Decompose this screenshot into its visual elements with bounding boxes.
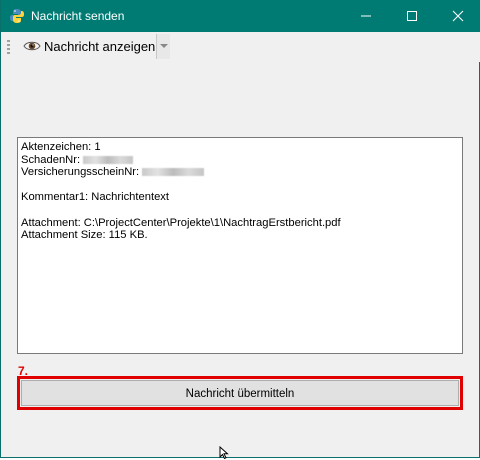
maximize-button[interactable]	[389, 0, 435, 32]
minimize-button[interactable]	[343, 0, 389, 32]
case-number-line: Aktenzeichen: 1	[21, 141, 101, 153]
maximize-icon	[407, 11, 417, 21]
attachment-path-line: Attachment: C:\ProjectCenter\Projekte\1\…	[21, 216, 341, 229]
show-message-label: Nachricht anzeigen	[44, 39, 156, 54]
close-button[interactable]	[435, 0, 480, 32]
show-message-button[interactable]: Nachricht anzeigen	[15, 34, 157, 59]
main-window: Nachricht senden Nachricht anzeigen Akte…	[0, 0, 480, 460]
comment-line: Kommentar1: Nachrichtentext	[21, 191, 169, 204]
send-message-button[interactable]: Nachricht übermitteln	[21, 380, 459, 406]
eye-icon	[23, 41, 41, 51]
policy-number-label: VersicherungsscheinNr:	[21, 166, 143, 179]
chevron-down-icon	[160, 44, 168, 48]
window-title: Nachricht senden	[31, 9, 125, 23]
message-preview[interactable]: Aktenzeichen: 1 SchadenNr: Versicherungs…	[17, 137, 463, 354]
show-message-dropdown[interactable]	[156, 34, 170, 59]
close-icon	[452, 10, 464, 22]
claim-number-label: SchadenNr:	[21, 153, 84, 166]
python-icon	[10, 9, 24, 23]
toolbar-grip[interactable]	[7, 40, 10, 54]
title-bar[interactable]: Nachricht senden	[1, 0, 480, 32]
attachment-size-line: Attachment Size: 115 KB.	[21, 229, 148, 242]
toolbar: Nachricht anzeigen	[1, 32, 480, 62]
redacted-policy-number	[142, 168, 205, 177]
redacted-claim-number	[83, 155, 134, 164]
minimize-icon	[361, 15, 371, 17]
